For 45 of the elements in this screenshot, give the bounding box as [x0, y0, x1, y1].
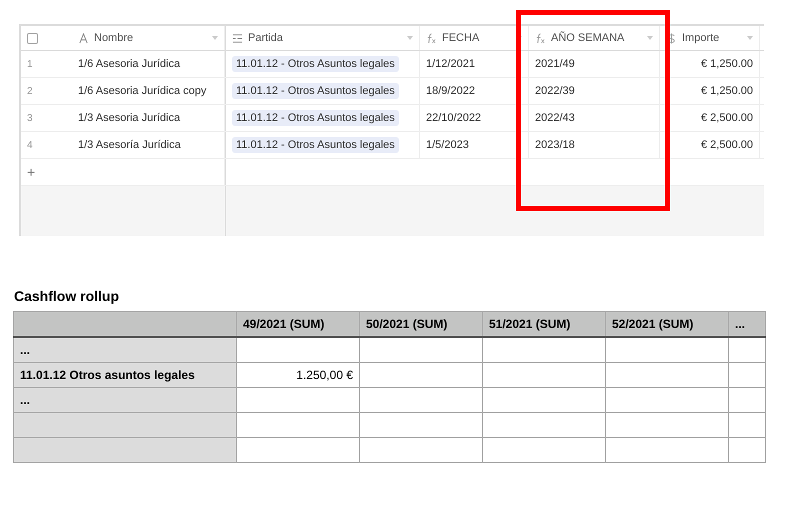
table-cell: 1/3 Asesoría Jurídica	[78, 139, 181, 151]
column-header: 52/2021 (SUM)	[612, 317, 694, 331]
column-header: 50/2021 (SUM)	[366, 317, 448, 331]
table-cell: 1.250,00 €	[296, 368, 353, 382]
table-cell: 22/10/2022	[426, 112, 482, 124]
row-label: 11.01.12 Otros asuntos legales	[20, 368, 195, 382]
column-header[interactable]: AÑO SEMANA	[529, 26, 660, 50]
table-cell: € 1,250.00	[701, 58, 753, 70]
row-number: 1	[27, 58, 33, 70]
linked-record-chip[interactable]: 11.01.12 - Otros Asuntos legales	[232, 110, 399, 126]
row-number: 4	[27, 140, 33, 150]
linked-record-chip[interactable]: 11.01.12 - Otros Asuntos legales	[232, 83, 399, 99]
column-header: 49/2021 (SUM)	[243, 317, 324, 331]
table-cell: € 2,500.00	[701, 112, 753, 124]
row-label: ...	[20, 393, 30, 407]
column-header: ...	[735, 317, 746, 331]
linked-record-chip[interactable]: 11.01.12 - Otros Asuntos legales	[232, 56, 399, 72]
table-cell: 2022/39	[535, 85, 575, 97]
column-header[interactable]: Nombre	[72, 26, 225, 50]
text-field-icon	[78, 32, 89, 44]
table-cell: € 2,500.00	[701, 139, 753, 151]
table-cell: 2021/49	[535, 58, 575, 70]
table-cell: € 1,250.00	[701, 85, 753, 97]
table-cell: 1/5/2023	[426, 139, 469, 151]
table-cell: 1/6 Asesoria Jurídica	[78, 58, 180, 70]
column-header[interactable]: Partida	[225, 26, 420, 50]
table-cell: 1/3 Asesoria Jurídica	[78, 112, 180, 124]
row-number: 2	[27, 86, 33, 96]
add-row-button[interactable]: +	[27, 164, 36, 180]
table-cell: 2023/18	[535, 139, 575, 151]
column-header: 51/2021 (SUM)	[489, 317, 570, 331]
table-cell: 2022/43	[535, 112, 575, 124]
select-all-checkbox[interactable]	[27, 32, 38, 44]
table-cell: 18/9/2022	[426, 85, 475, 97]
list-lines-icon	[232, 32, 243, 44]
section-title: Cashflow rollup	[14, 288, 120, 304]
column-header[interactable]: Importe	[660, 26, 760, 50]
column-header[interactable]: FECHA	[420, 26, 529, 50]
linked-record-chip[interactable]: 11.01.12 - Otros Asuntos legales	[232, 137, 399, 153]
row-number: 3	[27, 112, 33, 124]
table-cell: 1/6 Asesoria Jurídica copy	[78, 85, 206, 97]
formula-icon	[535, 32, 546, 44]
table-cell: 1/12/2021	[426, 58, 475, 70]
formula-icon	[426, 32, 437, 44]
row-label: ...	[20, 343, 30, 357]
